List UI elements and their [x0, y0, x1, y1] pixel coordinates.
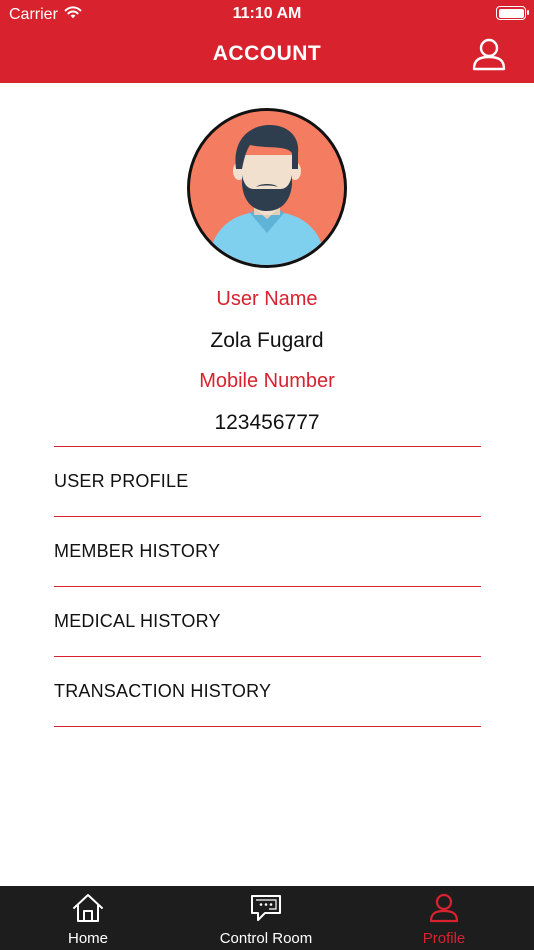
tab-control-room[interactable]: Control Room [196, 886, 336, 950]
menu-item-medical-history[interactable]: MEDICAL HISTORY [54, 587, 481, 656]
tab-home[interactable]: Home [38, 886, 138, 950]
menu-item-member-history[interactable]: MEMBER HISTORY [54, 517, 481, 586]
username-label: User Name [216, 288, 318, 310]
chat-icon [249, 893, 283, 928]
menu-item-user-profile[interactable]: USER PROFILE [54, 447, 481, 516]
tab-control-room-label: Control Room [219, 930, 313, 947]
user-icon [428, 892, 460, 929]
menu-item-transaction-history[interactable]: TRANSACTION HISTORY [54, 657, 481, 726]
header-bar: Carrier 11:10 AM ACCOUNT [0, 0, 534, 83]
home-icon [72, 893, 104, 928]
page-title: ACCOUNT [212, 42, 322, 65]
tab-profile[interactable]: Profile [394, 886, 494, 950]
status-time: 11:10 AM [232, 5, 302, 22]
profile-avatar [187, 108, 347, 268]
avatar-man-icon [190, 111, 344, 265]
tab-home-label: Home [67, 930, 108, 947]
tab-bar: Home Control Room Profile [0, 886, 534, 950]
mobile-value: 123456777 [214, 411, 320, 434]
header-user-button[interactable] [470, 36, 508, 74]
username-value: Zola Fugard [210, 329, 324, 352]
status-bar: Carrier 11:10 AM [0, 0, 534, 28]
battery-icon [496, 6, 529, 20]
divider [54, 726, 481, 727]
user-icon [470, 38, 508, 78]
mobile-label: Mobile Number [199, 370, 335, 392]
tab-profile-label: Profile [422, 930, 466, 947]
